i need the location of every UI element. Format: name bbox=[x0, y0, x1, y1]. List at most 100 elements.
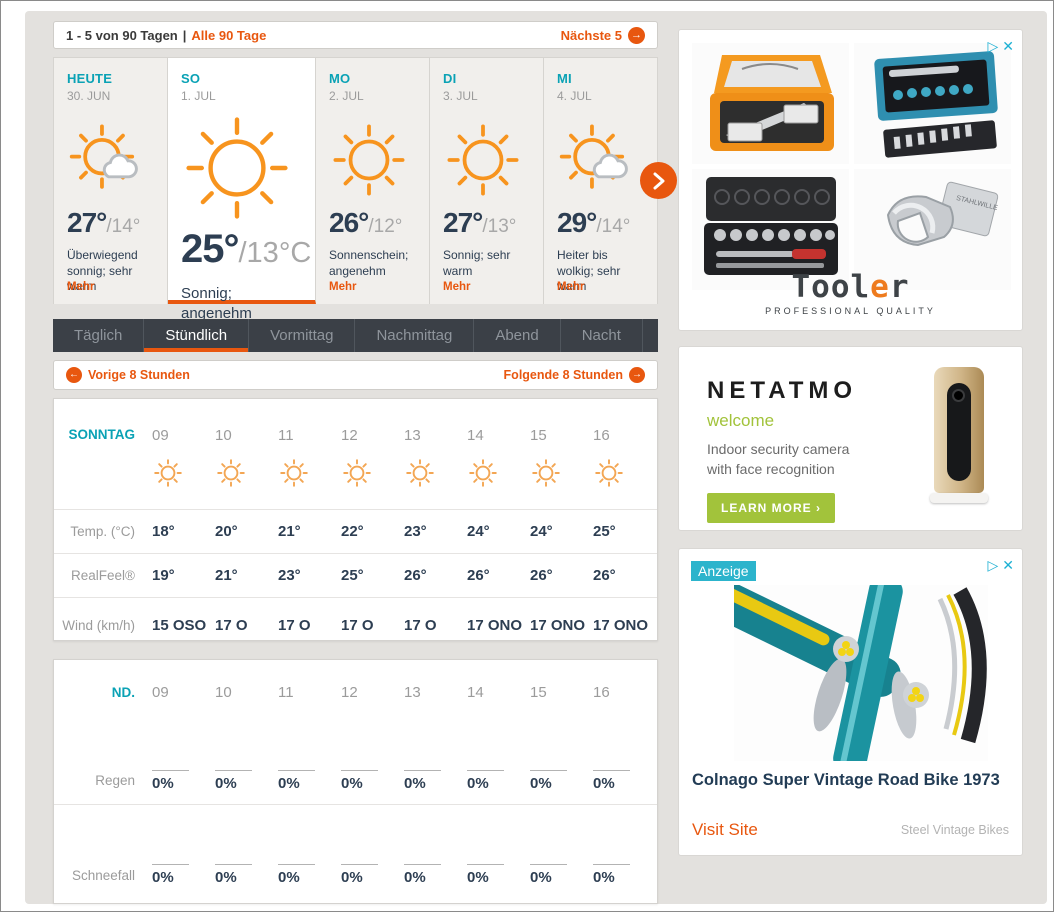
camera-lens bbox=[952, 389, 965, 402]
temp-value: 24° bbox=[467, 523, 530, 540]
realfeel-row: RealFeel® 19° 21° 23° 25° 26° 26° 26° 26… bbox=[54, 554, 657, 598]
ad-bike[interactable]: Anzeige ▷ ✕ bbox=[678, 548, 1023, 856]
realfeel-value: 26° bbox=[467, 567, 530, 584]
day-description: Sonnig; sehr warm bbox=[443, 248, 543, 279]
wind-row: Wind (km/h) 15 OSO 17 O 17 O 17 O 17 O 1… bbox=[54, 598, 657, 652]
day-name: MO bbox=[329, 71, 429, 86]
more-link[interactable]: Mehr bbox=[67, 281, 94, 293]
arrow-left-icon: ← bbox=[66, 367, 82, 383]
wind-value: 17 ONO bbox=[593, 617, 656, 634]
snow-value: 0% bbox=[530, 864, 567, 886]
day-card-so-selected[interactable]: SO 1. JUL 25°/13°C Sonnig; angenehm bbox=[168, 58, 316, 304]
realfeel-value: 23° bbox=[278, 567, 341, 584]
more-link[interactable]: Mehr bbox=[329, 281, 356, 293]
rain-value: 0% bbox=[278, 770, 315, 792]
snow-value: 0% bbox=[215, 864, 252, 886]
ad-netatmo[interactable]: NETATMO welcome Indoor security camera w… bbox=[678, 346, 1023, 531]
sun-icon bbox=[530, 456, 593, 495]
hour-header: 12 bbox=[341, 427, 404, 444]
pager-range-label: 1 - 5 von 90 Tagen bbox=[66, 28, 178, 43]
tab-taeglich[interactable]: Täglich bbox=[53, 319, 144, 352]
tab-nacht[interactable]: Nacht bbox=[561, 319, 643, 352]
rain-value: 0% bbox=[530, 770, 567, 792]
realfeel-value: 26° bbox=[593, 567, 656, 584]
hour-header: 13 bbox=[404, 684, 467, 701]
realfeel-value: 25° bbox=[341, 567, 404, 584]
snow-value: 0% bbox=[152, 864, 189, 886]
rain-row: Regen 0% 0% 0% 0% 0% 0% 0% 0% bbox=[54, 757, 657, 805]
sun-icon bbox=[404, 456, 467, 495]
day-name: MI bbox=[557, 71, 657, 86]
row-label: Wind (km/h) bbox=[54, 618, 152, 633]
next-5-days-link[interactable]: Nächste 5 → bbox=[561, 27, 645, 44]
realfeel-value: 26° bbox=[530, 567, 593, 584]
row-label: RealFeel® bbox=[54, 568, 152, 583]
tab-stuendlich[interactable]: Stündlich bbox=[144, 319, 249, 352]
netatmo-camera-image bbox=[934, 367, 984, 493]
night-day-label: ND. bbox=[54, 685, 152, 700]
arrow-right-icon: → bbox=[629, 367, 645, 383]
day-card-di[interactable]: DI 3. JUL 27°/13° Sonnig; sehr warm Mehr bbox=[430, 58, 544, 304]
hour-header: 15 bbox=[530, 684, 593, 701]
snow-value: 0% bbox=[278, 864, 315, 886]
row-label: Regen bbox=[54, 773, 152, 788]
temp-value: 22° bbox=[341, 523, 404, 540]
day-card-mo[interactable]: MO 2. JUL 26°/12° Sonnenschein; angenehm… bbox=[316, 58, 430, 304]
arrow-right-icon: → bbox=[628, 27, 645, 44]
day-name: DI bbox=[443, 71, 543, 86]
blue-socket-case-image bbox=[854, 43, 1011, 164]
day-temperature: 25°/13°C bbox=[181, 227, 315, 272]
bike-photo bbox=[734, 585, 988, 761]
tab-nachmittag[interactable]: Nachmittag bbox=[355, 319, 474, 352]
snow-value: 0% bbox=[467, 864, 504, 886]
carousel-next-button[interactable] bbox=[640, 162, 677, 199]
sun-icon bbox=[593, 456, 656, 495]
bike-ad-title: Colnago Super Vintage Road Bike 1973 bbox=[692, 771, 1000, 790]
hour-header: 15 bbox=[530, 427, 593, 444]
day-card-heute[interactable]: HEUTE 30. JUN 27°/14° Überwiegend sonnig… bbox=[54, 58, 168, 304]
snow-row: Schneefall 0% 0% 0% 0% 0% 0% 0% 0% bbox=[54, 851, 657, 899]
wind-value: 17 O bbox=[278, 617, 341, 634]
more-link[interactable]: Mehr bbox=[443, 281, 470, 293]
pager-separator: | bbox=[183, 28, 187, 43]
day-temperature: 27°/13° bbox=[443, 207, 543, 239]
next-8-hours-link[interactable]: Folgende 8 Stunden → bbox=[504, 367, 645, 383]
row-label: Temp. (°C) bbox=[54, 524, 152, 539]
night-forecast-table: ND. 09 10 11 12 13 14 15 16 Regen 0% 0% … bbox=[53, 659, 658, 904]
ad-tooler[interactable]: ▷ ✕ bbox=[678, 29, 1023, 331]
adchoices-icon[interactable]: ▷ bbox=[987, 557, 998, 574]
sun-icon bbox=[215, 456, 278, 495]
all-days-link[interactable]: Alle 90 Tage bbox=[191, 28, 266, 43]
hour-header: 16 bbox=[593, 684, 656, 701]
ad-label: Anzeige bbox=[691, 561, 756, 581]
hour-header: 12 bbox=[341, 684, 404, 701]
wind-value: 17 O bbox=[404, 617, 467, 634]
temp-value: 20° bbox=[215, 523, 278, 540]
hours-nav-bar: ← Vorige 8 Stunden Folgende 8 Stunden → bbox=[53, 360, 658, 390]
hour-header: 14 bbox=[467, 427, 530, 444]
realfeel-value: 21° bbox=[215, 567, 278, 584]
ad-close-icon[interactable]: ✕ bbox=[1002, 38, 1014, 55]
day-description: Sonnenschein; angenehm bbox=[329, 248, 429, 279]
tab-abend[interactable]: Abend bbox=[474, 319, 560, 352]
previous-8-hours-link[interactable]: ← Vorige 8 Stunden bbox=[66, 367, 190, 383]
more-link[interactable]: Mehr bbox=[557, 281, 584, 293]
learn-more-button[interactable]: LEARN MORE › bbox=[707, 493, 835, 523]
snow-value: 0% bbox=[404, 864, 441, 886]
ad-close-icon[interactable]: ✕ bbox=[1002, 557, 1014, 574]
day-temperature: 26°/12° bbox=[329, 207, 429, 239]
hour-header: 11 bbox=[278, 684, 341, 701]
netatmo-description: Indoor security camera with face recogni… bbox=[707, 439, 849, 479]
hour-header: 11 bbox=[278, 427, 341, 444]
day-date: 1. JUL bbox=[181, 89, 315, 103]
sun-icon bbox=[278, 456, 341, 495]
row-label: Schneefall bbox=[54, 868, 152, 883]
temperature-row: Temp. (°C) 18° 20° 21° 22° 23° 24° 24° 2… bbox=[54, 510, 657, 554]
visit-site-link[interactable]: Visit Site bbox=[692, 820, 758, 840]
sun-icon bbox=[152, 456, 215, 495]
sun-icon bbox=[327, 117, 429, 203]
rain-value: 0% bbox=[215, 770, 252, 792]
tab-vormittag[interactable]: Vormittag bbox=[249, 319, 355, 352]
adchoices-icon[interactable]: ▷ bbox=[987, 38, 998, 55]
realfeel-value: 26° bbox=[404, 567, 467, 584]
